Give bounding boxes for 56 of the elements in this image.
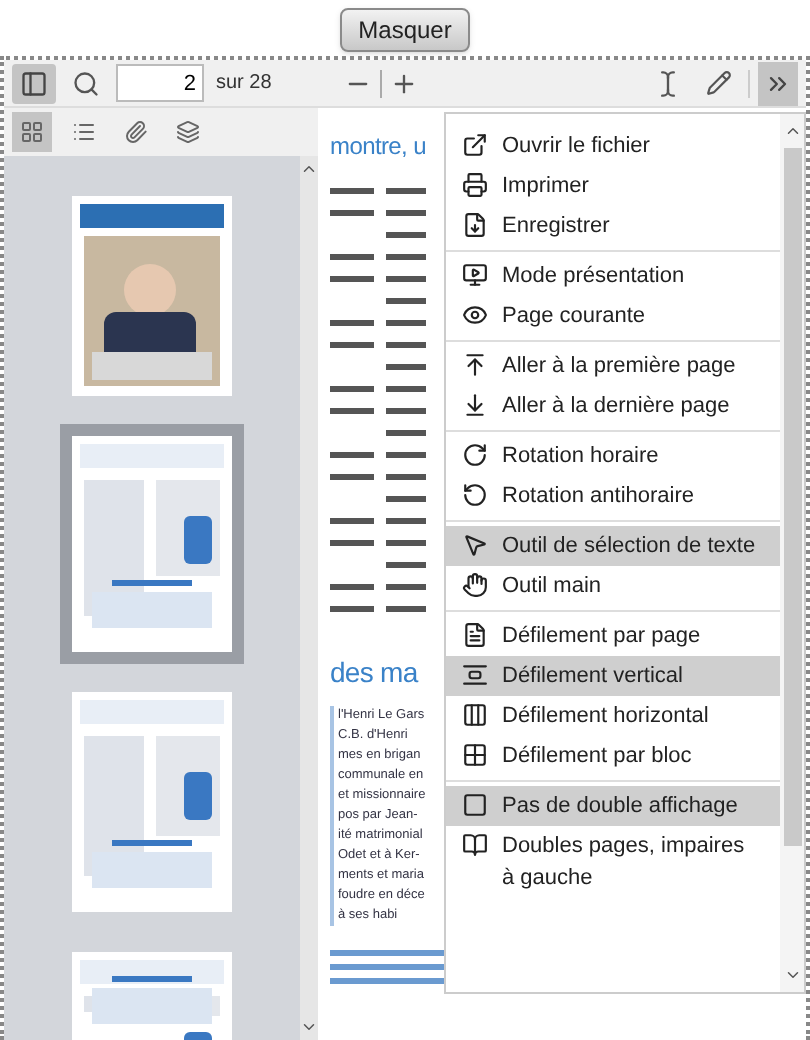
zoom-in-icon[interactable]	[390, 69, 418, 97]
menu-item[interactable]: Page courante	[446, 296, 780, 336]
arrow-up-to-line-icon	[462, 352, 488, 378]
rotate-clockwise-icon	[462, 442, 488, 468]
menu-item[interactable]: Mode présentation	[446, 256, 780, 296]
page-count: sur 28	[216, 70, 272, 98]
chevron-up-icon[interactable]	[300, 160, 318, 178]
menu-item[interactable]: Outil de sélection de texte	[446, 526, 780, 566]
sidebar-toggle-button[interactable]	[12, 63, 56, 103]
thumbnails-icon	[20, 120, 44, 144]
page-number-field[interactable]: 2	[116, 64, 204, 102]
document-heading: des ma	[330, 654, 418, 692]
arrow-down-to-line-icon	[462, 392, 488, 418]
rotate-counterclockwise-icon	[462, 482, 488, 508]
overflow-menu-button[interactable]	[758, 61, 798, 105]
menu-item[interactable]: Aller à la dernière page	[446, 386, 780, 426]
eye-icon	[462, 302, 488, 328]
printer-icon	[462, 172, 488, 198]
menu-item[interactable]: Défilement vertical	[446, 656, 780, 696]
layers-icon	[176, 120, 200, 144]
paperclip-icon	[124, 120, 148, 144]
square-icon	[462, 792, 488, 818]
external-link-icon	[462, 132, 488, 158]
selected-thumbnail[interactable]	[60, 424, 244, 664]
menu-item[interactable]: Doubles pages, impaires à gauche	[446, 826, 780, 898]
menu-item[interactable]: Rotation horaire	[446, 436, 780, 476]
document-heading: montre, u	[330, 130, 426, 164]
pointer-icon	[462, 532, 488, 558]
menu-item[interactable]: Défilement horizontal	[446, 696, 780, 736]
grid-icon	[462, 742, 488, 768]
menu-item[interactable]: Outil main	[446, 566, 780, 606]
chevron-up-icon[interactable]	[783, 122, 801, 140]
menu-item[interactable]: Rotation antihoraire	[446, 476, 780, 516]
presentation-icon	[462, 262, 488, 288]
menu-item[interactable]: Enregistrer	[446, 206, 780, 246]
menu-item[interactable]: Imprimer	[446, 166, 780, 206]
pencil-icon[interactable]	[706, 70, 732, 96]
chevron-down-icon[interactable]	[300, 1018, 318, 1036]
chevron-down-icon[interactable]	[783, 966, 801, 984]
sidebar-icon	[20, 69, 48, 97]
menu-item[interactable]: Aller à la première page	[446, 346, 780, 386]
thumbnails-tab[interactable]	[12, 112, 52, 152]
search-icon[interactable]	[72, 69, 100, 97]
menu-item[interactable]: Pas de double affichage	[446, 786, 780, 826]
hand-icon	[462, 572, 488, 598]
menu-item[interactable]: Ouvrir le fichier	[446, 126, 780, 166]
menu-scrollbar[interactable]	[780, 114, 804, 992]
scrollbar[interactable]	[300, 156, 318, 1040]
open-book-icon	[462, 832, 488, 858]
download-icon	[462, 212, 488, 238]
hide-button[interactable]: Masquer	[340, 8, 470, 52]
vertical-scroll-icon	[462, 662, 488, 688]
menu-item[interactable]: Défilement par page	[446, 616, 780, 656]
menu-item[interactable]: Défilement par bloc	[446, 736, 780, 776]
page-icon	[462, 622, 488, 648]
columns-icon	[462, 702, 488, 728]
